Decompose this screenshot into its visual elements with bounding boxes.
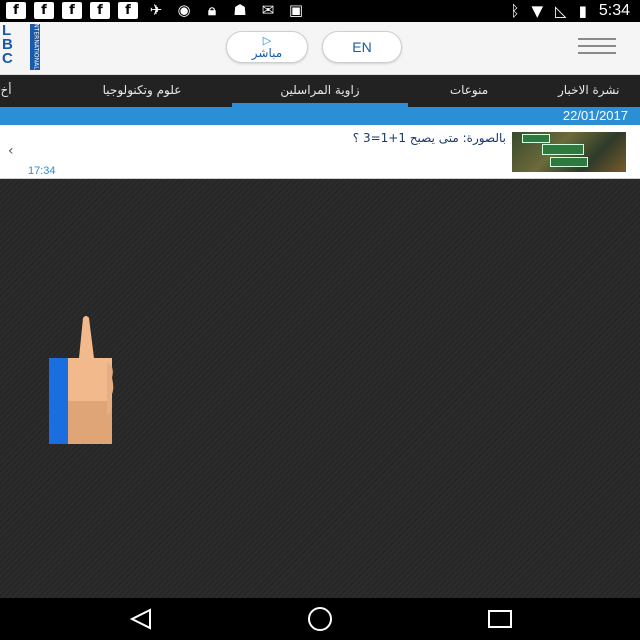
system-icons: ᛒ ▼ ◺ ▮ 5:34 xyxy=(510,2,630,20)
logo-sub-text: INTERNATIONAL xyxy=(32,21,40,70)
tab-miscellaneous[interactable]: منوعات xyxy=(438,75,500,107)
content-area xyxy=(0,179,640,598)
facebook-icon: f xyxy=(118,2,138,19)
satellite-icon: ✈ xyxy=(149,1,163,19)
facebook-icon: f xyxy=(62,2,82,19)
system-nav-bar xyxy=(0,598,640,640)
tab-news-bulletin[interactable]: نشرة الاخبار xyxy=(558,75,640,107)
bluetooth-icon: ᛒ xyxy=(510,2,520,20)
tab-correspondents-corner[interactable]: زاوية المراسلين xyxy=(232,75,408,107)
live-button[interactable]: ▷ مباشر xyxy=(226,31,308,63)
category-tabs: أخ علوم وتكنولوجيا زاوية المراسلين منوعا… xyxy=(0,75,640,107)
logo-intl-strip: INTERNATIONAL xyxy=(30,21,40,70)
hamburger-menu-icon[interactable] xyxy=(578,38,616,58)
lbc-logo[interactable]: LBC INTERNATIONAL xyxy=(2,21,42,72)
wifi-icon: ▼ xyxy=(531,2,544,20)
facebook-icon: f xyxy=(90,2,110,19)
home-icon[interactable] xyxy=(305,607,335,631)
tab-science-tech[interactable]: علوم وتكنولوجيا xyxy=(80,75,204,107)
android-icon: ☗ xyxy=(233,1,247,19)
clock: 5:34 xyxy=(598,2,630,19)
date-bar: 22/01/2017 xyxy=(0,107,640,125)
lock-icon: 🔒︎ xyxy=(208,1,216,19)
language-button[interactable]: EN xyxy=(322,31,402,63)
circle-icon: ◉ xyxy=(177,1,191,19)
no-signal-icon: ◺ xyxy=(555,2,567,20)
status-bar: f f f f f ✈ ◉ 🔒︎ ☗ ✉ ▣ ᛒ ▼ ◺ ▮ 5:34 xyxy=(0,0,640,22)
tab-more[interactable]: أخ xyxy=(0,75,18,107)
news-time: 17:34 xyxy=(28,165,56,177)
news-title: بالصورة: متى يصبح 1+1=3 ؟ xyxy=(352,131,506,145)
news-list-item[interactable]: بالصورة: متى يصبح 1+1=3 ؟ ‹ 17:34 xyxy=(0,125,640,179)
notification-icons: f f f f f ✈ ◉ 🔒︎ ☗ ✉ ▣ xyxy=(6,2,306,19)
facebook-icon: f xyxy=(6,2,26,19)
live-label: مباشر xyxy=(251,46,283,60)
briefcase-icon: ▣ xyxy=(288,1,304,19)
app-header: LBC INTERNATIONAL ▷ مباشر EN xyxy=(0,21,640,75)
recent-apps-icon[interactable] xyxy=(487,609,513,629)
mail-icon: ✉ xyxy=(261,1,275,19)
battery-icon: ▮ xyxy=(578,2,587,20)
date-text: 22/01/2017 xyxy=(562,108,628,123)
facebook-icon: f xyxy=(34,2,54,19)
chevron-left-icon: ‹ xyxy=(8,143,14,159)
thumbs-up-icon xyxy=(49,316,114,444)
back-icon[interactable] xyxy=(128,608,154,630)
news-thumbnail xyxy=(512,132,626,172)
logo-text: LBC xyxy=(2,22,13,67)
